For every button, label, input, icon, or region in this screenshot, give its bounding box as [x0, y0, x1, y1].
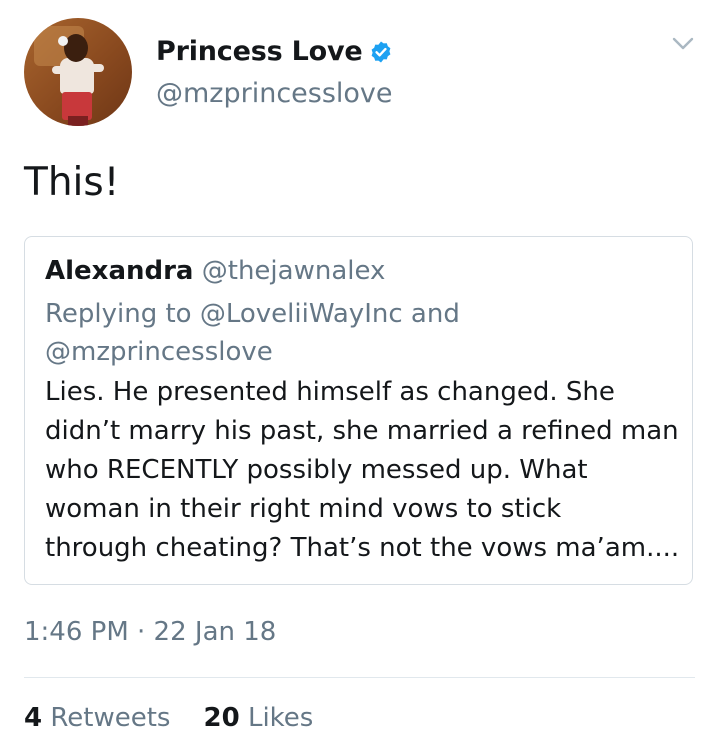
quoted-body-line: through cheating? That’s not the vows ma…: [45, 533, 680, 563]
replying-to-line: Replying to @LoveliiWayInc and: [45, 299, 460, 329]
avatar-photo-shirt: [60, 58, 94, 94]
author-name-row[interactable]: Princess Love: [156, 36, 393, 67]
quoted-body-line: Lies. He presented himself as changed. S…: [45, 377, 615, 407]
verified-badge-icon: [371, 41, 390, 62]
quoted-body-line: woman in their right mind vows to stick: [45, 494, 562, 524]
chevron-down-icon[interactable]: [672, 37, 694, 51]
replying-to-line: @mzprincesslove: [45, 337, 273, 367]
quoted-author-name: Alexandra: [45, 256, 194, 286]
engagement-stats: 4 Retweets 20 Likes: [24, 703, 313, 733]
author-avatar[interactable]: [24, 18, 132, 126]
tweet-timestamp[interactable]: 1:46 PM · 22 Jan 18: [24, 617, 276, 647]
divider: [24, 677, 695, 678]
likes-label[interactable]: Likes: [248, 703, 313, 733]
quoted-tweet-header: Alexandra @thejawnalex: [45, 256, 385, 286]
quoted-body-line: who RECENTLY possibly messed up. What: [45, 455, 588, 485]
avatar-photo-bow: [58, 36, 68, 46]
replying-to-text: Replying to @LoveliiWayInc and @mzprince…: [45, 295, 665, 371]
retweets-label[interactable]: Retweets: [50, 703, 170, 733]
avatar-photo-legs: [68, 116, 88, 126]
author-name[interactable]: Princess Love: [156, 36, 363, 67]
quoted-tweet-body: Lies. He presented himself as changed. S…: [45, 373, 685, 568]
tweet-text: This!: [24, 160, 120, 205]
retweets-count[interactable]: 4: [24, 703, 42, 733]
quoted-author-handle: @thejawnalex: [201, 256, 386, 286]
quoted-tweet-card[interactable]: Alexandra @thejawnalex Replying to @Love…: [24, 236, 693, 585]
quoted-body-line: didn’t marry his past, she married a ref…: [45, 416, 679, 446]
likes-count[interactable]: 20: [204, 703, 240, 733]
author-handle[interactable]: @mzprincesslove: [156, 78, 393, 109]
